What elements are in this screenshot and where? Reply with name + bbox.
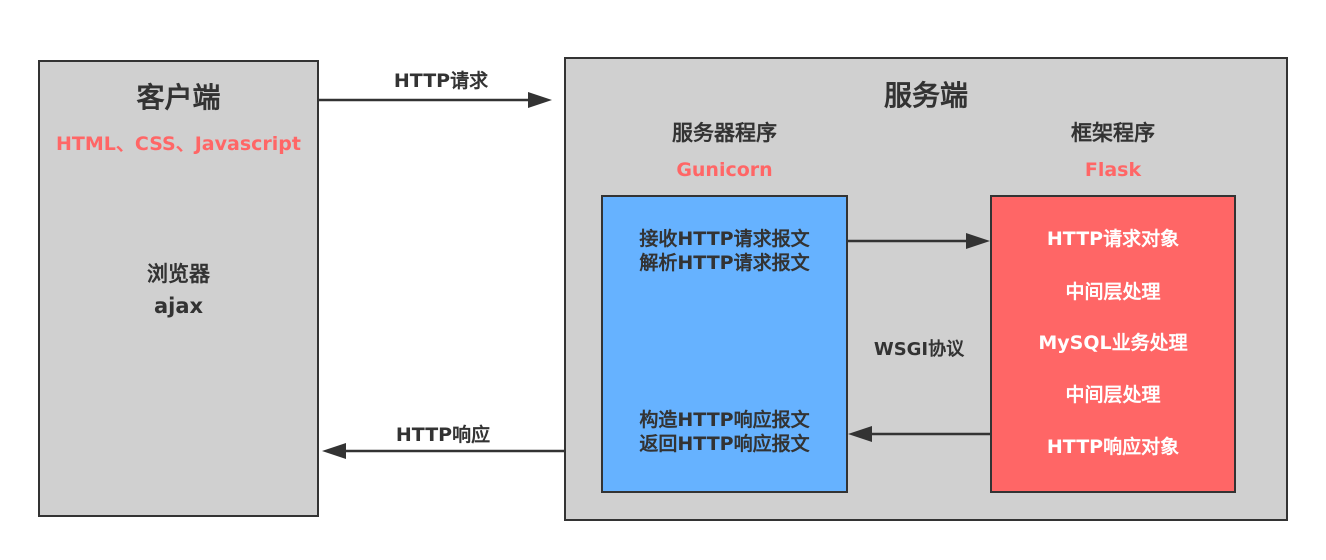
wsgi-protocol-label: WSGI协议 [873,339,965,360]
request-arrow [318,92,552,108]
wsgi-back-arrow [848,426,990,442]
wsgi-forward-arrow [848,233,990,249]
request-arrow-label: HTTP请求 [393,70,489,92]
response-arrow-label: HTTP响应 [395,424,491,446]
arrows-layer [318,92,990,459]
